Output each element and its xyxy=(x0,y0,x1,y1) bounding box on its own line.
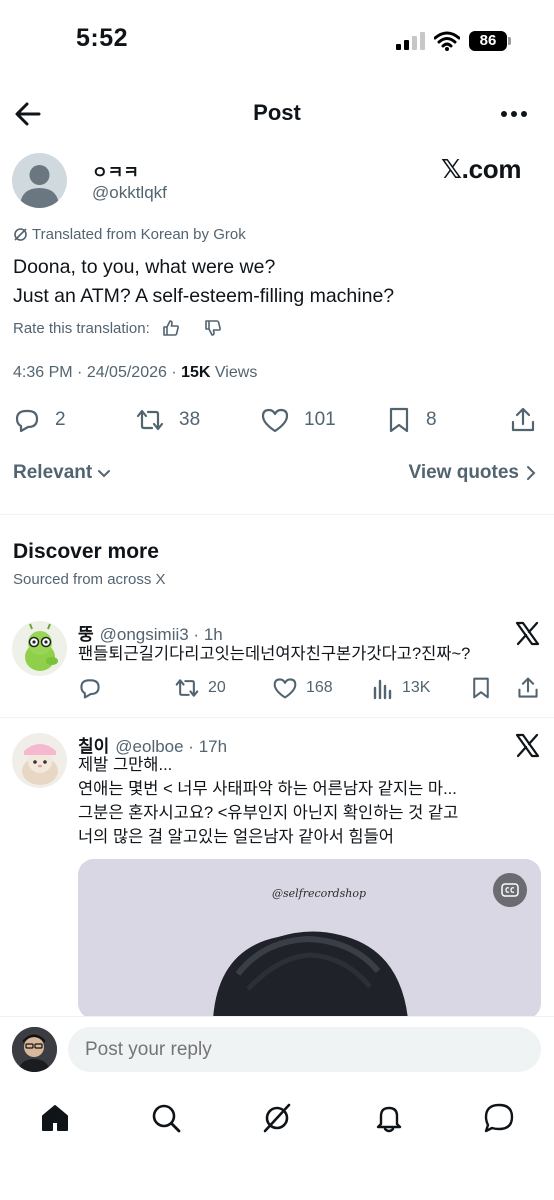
display-name[interactable]: ㅇㅋㅋ xyxy=(92,158,139,183)
avatar[interactable] xyxy=(12,153,67,208)
like-count: 168 xyxy=(306,679,333,696)
divider xyxy=(0,717,554,718)
like-button[interactable]: 101 xyxy=(260,406,336,434)
x-logo-icon xyxy=(515,621,540,646)
repost-icon xyxy=(135,406,165,434)
reply-input[interactable] xyxy=(68,1027,541,1072)
feed-line: 그분은 혼자시고요? <유부인지 아닌지 확인하는 것 같고 xyxy=(78,804,459,822)
chevron-down-icon xyxy=(96,465,112,481)
sort-relevant-button[interactable]: Relevant xyxy=(13,462,112,484)
bookmark-icon[interactable] xyxy=(470,676,492,700)
reply-button[interactable] xyxy=(78,676,102,700)
post-line: Just an ATM? A self-esteem-filling machi… xyxy=(13,285,395,307)
grok-icon[interactable] xyxy=(260,1101,294,1135)
views-label: Views xyxy=(214,364,258,381)
like-count: 101 xyxy=(304,409,336,430)
share-icon[interactable] xyxy=(516,676,540,700)
reply-count: 2 xyxy=(55,409,66,430)
thumbs-up-icon[interactable] xyxy=(162,319,180,337)
captions-icon[interactable] xyxy=(493,873,527,907)
avatar[interactable] xyxy=(12,621,67,676)
avatar[interactable] xyxy=(12,733,67,788)
like-icon xyxy=(272,676,298,700)
view-quotes-link[interactable]: View quotes xyxy=(408,462,537,484)
search-icon[interactable] xyxy=(149,1101,183,1135)
battery-level: 86 xyxy=(469,31,507,51)
x-com-logo: 𝕏.com xyxy=(441,154,522,184)
repost-icon xyxy=(174,676,200,700)
feed-item-text: 팬들퇴근길기다리고잇는데넌여자친구본가갓다고?진짜~? xyxy=(78,642,470,666)
share-icon[interactable] xyxy=(509,406,537,434)
battery-nub xyxy=(508,37,511,45)
bell-icon[interactable] xyxy=(372,1101,406,1135)
post-date: 24/05/2026 xyxy=(86,364,167,381)
signal-icon xyxy=(396,32,426,50)
status-time: 5:52 xyxy=(76,24,129,52)
reply-icon xyxy=(78,676,102,700)
x-logo-icon xyxy=(515,733,540,758)
reply-icon xyxy=(13,406,41,434)
messages-icon[interactable] xyxy=(482,1101,516,1135)
wifi-icon xyxy=(434,31,460,51)
repost-button[interactable]: 38 xyxy=(135,406,200,434)
views-icon xyxy=(372,676,394,700)
divider xyxy=(0,514,554,515)
reply-button[interactable]: 2 xyxy=(13,406,66,434)
chevron-right-icon xyxy=(525,465,537,481)
discover-title: Discover more xyxy=(13,540,159,563)
discover-subtitle: Sourced from across X xyxy=(13,571,166,588)
post-video[interactable] xyxy=(78,859,541,1019)
feed-line: 팬들퇴근길기다리고잇는데넌여자친구본가갓다고?진짜~? xyxy=(78,645,471,663)
views-button[interactable]: 13K xyxy=(372,676,430,700)
views-count: 13K xyxy=(402,679,431,696)
feed-line: 연애는 몇번 < 너무 사태파악 하는 어른남자 같지는 마... xyxy=(78,780,457,798)
views-count: 15K xyxy=(181,364,211,381)
post-text: Doona, to you, what were we? Just an ATM… xyxy=(13,253,394,311)
repost-count: 20 xyxy=(208,679,226,696)
view-quotes-label: View quotes xyxy=(408,462,519,483)
thumbs-down-icon[interactable] xyxy=(204,319,222,337)
bookmark-button[interactable]: 8 xyxy=(386,406,437,434)
translated-label: Translated from Korean by Grok xyxy=(13,226,246,243)
bookmark-icon xyxy=(386,406,412,434)
like-button[interactable]: 168 xyxy=(272,676,333,700)
bookmark-count: 8 xyxy=(426,409,437,430)
video-watermark: @selfrecordshop xyxy=(272,887,366,900)
feed-line: 제발 그만해... xyxy=(78,756,173,774)
sort-label: Relevant xyxy=(13,462,93,483)
rate-label: Rate this translation: xyxy=(13,319,150,337)
home-icon[interactable] xyxy=(38,1101,72,1135)
avatar[interactable] xyxy=(12,1027,57,1072)
translate-icon xyxy=(13,227,28,242)
post-line: Doona, to you, what were we? xyxy=(13,256,276,278)
handle[interactable]: @okktlqkf xyxy=(92,183,167,203)
like-icon xyxy=(260,406,290,434)
post-meta: 4:36 PM · 24/05/2026 · 15K Views xyxy=(13,364,258,381)
translated-text: Translated from Korean by Grok xyxy=(32,226,246,243)
feed-line: 너의 많은 걸 알고있는 얼은남자 같아서 힘들어 xyxy=(78,828,394,846)
repost-button[interactable]: 20 xyxy=(174,676,226,700)
post-time: 4:36 PM xyxy=(13,364,73,381)
feed-item-text: 제발 그만해... 연애는 몇번 < 너무 사태파악 하는 어른남자 같지는 마… xyxy=(78,753,458,849)
page-title: Post xyxy=(253,100,301,125)
repost-count: 38 xyxy=(179,409,201,430)
rate-translation: Rate this translation: xyxy=(13,319,222,337)
more-icon[interactable] xyxy=(500,109,528,119)
